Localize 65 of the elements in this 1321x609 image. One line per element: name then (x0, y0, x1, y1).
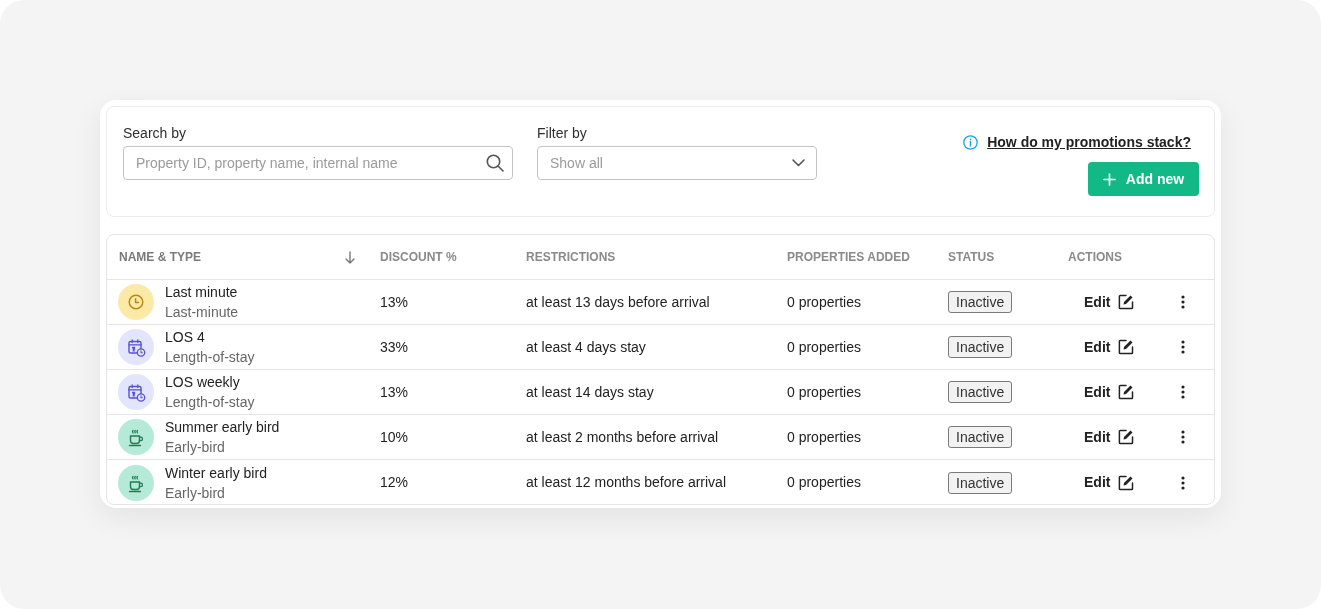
help-link[interactable]: How do my promotions stack? (987, 132, 1191, 153)
chevron-down-icon (792, 159, 805, 167)
edit-button[interactable]: Edit (1084, 291, 1135, 313)
properties-count: 0 properties (787, 473, 861, 492)
search-label: Search by (123, 124, 187, 142)
edit-button[interactable]: Edit (1084, 426, 1135, 448)
discount-value: 12% (380, 473, 409, 492)
status-badge: Inactive (948, 381, 1013, 403)
restriction-text: at least 14 days stay (526, 382, 654, 402)
edit-icon (1118, 339, 1135, 355)
restriction-text: at least 4 days stay (526, 337, 646, 357)
edit-icon (1118, 384, 1135, 400)
promotion-type: Last-minute (165, 303, 239, 322)
discount-value: 33% (380, 337, 409, 357)
restriction-text: at least 12 months before arrival (526, 473, 726, 492)
discount-value: 10% (380, 427, 409, 447)
properties-count: 0 properties (787, 337, 861, 357)
discount-value: 13% (380, 382, 409, 402)
properties-count: 0 properties (787, 292, 861, 312)
edit-button[interactable]: Edit (1084, 381, 1135, 403)
restriction-text: at least 13 days before arrival (526, 292, 710, 312)
restriction-text: at least 2 months before arrival (526, 427, 719, 447)
edit-button[interactable]: Edit (1084, 472, 1135, 493)
column-header: PROPERTIES ADDED (787, 249, 910, 266)
properties-count: 0 properties (787, 427, 861, 447)
promotion-name: Last minute (165, 283, 238, 302)
search-icon[interactable] (486, 154, 504, 172)
filter-label: Filter by (537, 124, 587, 142)
status-badge: Inactive (948, 291, 1013, 313)
column-header[interactable]: NAME & TYPE (119, 248, 201, 266)
edit-icon (1118, 474, 1135, 491)
more-options-icon[interactable] (1181, 340, 1185, 354)
edit-icon (1118, 294, 1135, 310)
promotion-name: LOS 4 (165, 328, 205, 347)
info-icon (963, 135, 979, 150)
more-options-icon[interactable] (1181, 430, 1185, 444)
column-header: RESTRICTIONS (526, 249, 616, 266)
discount-value: 13% (380, 292, 409, 312)
status-badge: Inactive (948, 426, 1013, 448)
column-header: ACTIONS (1068, 249, 1122, 266)
sort-arrow-icon[interactable] (345, 250, 355, 264)
status-badge: Inactive (948, 471, 1013, 494)
coffee-cup-icon (118, 419, 154, 455)
calendar-clock-icon (118, 329, 154, 365)
promotion-name: LOS weekly (165, 373, 240, 392)
more-options-icon[interactable] (1181, 295, 1185, 309)
calendar-clock-icon (118, 374, 154, 410)
edit-icon (1118, 429, 1135, 445)
promotion-type: Early-bird (165, 483, 225, 503)
promotion-type: Early-bird (165, 438, 225, 457)
promotion-type: Length-of-stay (165, 393, 255, 412)
column-header: STATUS (948, 249, 995, 266)
plus-icon (1102, 172, 1116, 186)
clock-icon (118, 284, 154, 320)
promotion-name: Winter early bird (165, 463, 267, 483)
more-options-icon[interactable] (1181, 385, 1185, 399)
promotion-name: Summer early bird (165, 418, 280, 437)
status-badge: Inactive (948, 336, 1013, 358)
properties-count: 0 properties (787, 382, 861, 402)
coffee-cup-icon (118, 464, 154, 501)
promotion-type: Length-of-stay (165, 348, 255, 367)
edit-button[interactable]: Edit (1084, 336, 1135, 358)
column-header: DISCOUNT % (380, 249, 457, 266)
search-field[interactable]: Property ID, property name, internal name (123, 146, 513, 180)
more-options-icon[interactable] (1181, 475, 1185, 490)
